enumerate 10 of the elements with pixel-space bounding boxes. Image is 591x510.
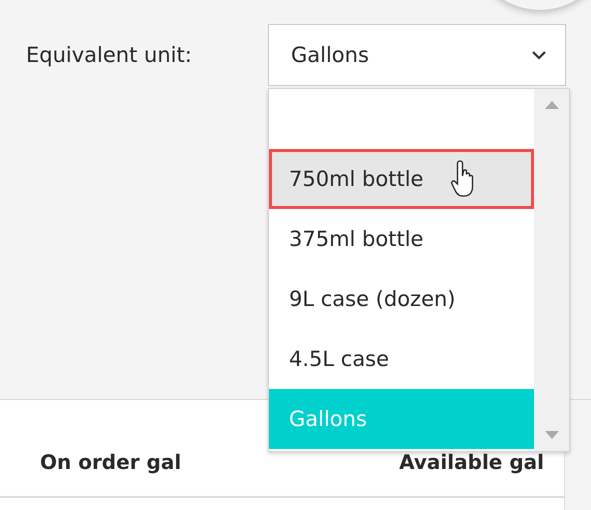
blank-option[interactable]: [269, 89, 534, 149]
scroll-down-icon[interactable]: [544, 431, 558, 439]
unit-select[interactable]: Gallons: [268, 24, 566, 86]
field-label: Equivalent unit:: [26, 43, 193, 67]
chevron-down-icon: [531, 50, 547, 60]
scroll-up-icon[interactable]: [544, 101, 558, 109]
scrollbar[interactable]: [534, 89, 569, 451]
column-header: Available gal: [399, 450, 544, 474]
column-header: On order gal: [40, 450, 182, 474]
dropdown-option[interactable]: 750ml bottle: [269, 149, 534, 209]
